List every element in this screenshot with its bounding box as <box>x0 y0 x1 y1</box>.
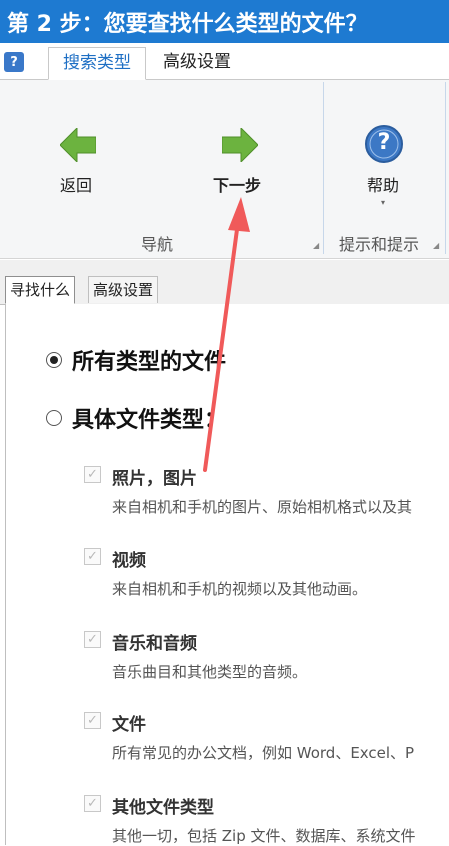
check-icon[interactable]: ✓ <box>84 466 101 483</box>
arrow-right-icon <box>222 128 258 162</box>
checkbox-title: 视频 <box>112 551 146 571</box>
radio-all-types-label: 所有类型的文件 <box>72 350 227 375</box>
radio-button[interactable] <box>46 352 62 368</box>
check-icon[interactable]: ✓ <box>84 631 101 648</box>
help-button[interactable]: ? 帮助 ▾ <box>355 120 415 210</box>
options-panel: 所有类型的文件 具体文件类型： ✓ 照片，图片 来自相机和手机的图片、原始相机格… <box>5 304 449 845</box>
next-button[interactable]: 下一步 <box>205 120 275 200</box>
help-circle-glyph: ? <box>377 130 391 155</box>
radio-specific-types[interactable]: 具体文件类型： <box>46 402 226 434</box>
group-separator <box>323 82 324 254</box>
check-icon[interactable]: ✓ <box>84 712 101 729</box>
tab-search-type[interactable]: 搜索类型 <box>48 47 146 80</box>
checkbox-title: 音乐和音频 <box>112 634 197 654</box>
arrow-left-icon <box>60 128 96 162</box>
group-label-tips: 提示和提示 <box>339 235 420 254</box>
next-label: 下一步 <box>213 176 262 195</box>
checkbox-title: 文件 <box>112 715 146 735</box>
dialog-launcher-icon[interactable]: ◢ <box>313 241 319 250</box>
group-label-navigation: 导航 <box>141 235 174 254</box>
checkbox-description: 来自相机和手机的图片、原始相机格式以及其 <box>112 498 413 516</box>
back-label: 返回 <box>60 176 93 195</box>
checkbox-title: 其他文件类型 <box>112 798 214 818</box>
group-separator <box>445 82 446 254</box>
dropdown-caret-icon[interactable]: ▾ <box>381 198 385 207</box>
ribbon-panel: 返回 下一步 导航 ◢ ? 帮助 ▾ 提示和提示 ◢ <box>0 80 449 259</box>
back-button[interactable]: 返回 <box>50 120 110 200</box>
radio-button[interactable] <box>46 410 62 426</box>
checkbox-description: 来自相机和手机的视频以及其他动画。 <box>112 580 368 598</box>
check-icon[interactable]: ✓ <box>84 548 101 565</box>
check-icon[interactable]: ✓ <box>84 795 101 812</box>
ribbon-tab-bar: ? 搜索类型 高级设置 <box>0 43 449 80</box>
checkbox-description: 音乐曲目和其他类型的音频。 <box>112 663 308 681</box>
tab-advanced-settings[interactable]: 高级设置 <box>152 47 242 78</box>
checkbox-description: 其他一切，包括 Zip 文件、数据库、系统文件 <box>112 827 416 845</box>
help-question-icon[interactable]: ? <box>4 52 24 72</box>
dialog-launcher-icon[interactable]: ◢ <box>433 241 439 250</box>
checkbox-description: 所有常见的办公文档，例如 Word、Excel、P <box>112 744 415 762</box>
radio-specific-types-label: 具体文件类型： <box>72 408 227 433</box>
tab-advanced-settings-inner[interactable]: 高级设置 <box>88 276 159 303</box>
help-label: 帮助 <box>367 176 400 195</box>
window-title: 第 2 步：您要查找什么类型的文件？ <box>7 12 368 37</box>
inner-tab-bar: 寻找什么 高级设置 <box>0 260 449 305</box>
title-bar: 第 2 步：您要查找什么类型的文件？ <box>0 0 449 43</box>
radio-all-types[interactable]: 所有类型的文件 <box>46 344 226 376</box>
checkbox-title: 照片，图片 <box>112 469 197 489</box>
tab-what-to-find[interactable]: 寻找什么 <box>5 276 76 304</box>
